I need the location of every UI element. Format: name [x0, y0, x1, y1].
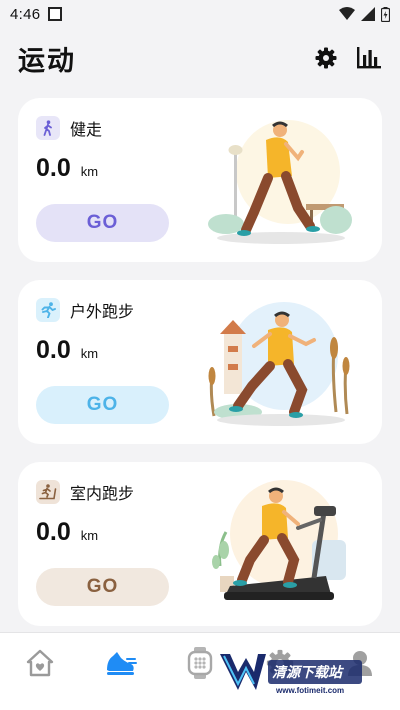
home-icon: [26, 649, 54, 677]
outdoor-run-label: 户外跑步: [70, 302, 135, 321]
statistics-chart-icon[interactable]: [356, 46, 382, 70]
walking-person-icon: [43, 120, 52, 136]
treadmill-man-illustration: [212, 480, 346, 600]
treadmill-icon: [39, 484, 57, 500]
wifi-icon: [339, 7, 355, 20]
walk-distance: 0.0: [36, 154, 71, 182]
settings-gear-icon[interactable]: [314, 46, 338, 70]
notification-icon: [48, 7, 63, 21]
walk-distance-unit: km: [80, 164, 99, 179]
indoor-run-go-button[interactable]: GO: [36, 568, 169, 606]
running-person-icon: [41, 302, 56, 318]
indoor-run-label: 室内跑步: [70, 484, 135, 503]
outdoor-run-distance: 0.0: [36, 336, 71, 364]
indoor-run-distance: 0.0: [36, 518, 71, 546]
walking-man-illustration: [208, 120, 352, 244]
walk-go-button[interactable]: GO: [36, 204, 169, 242]
indoor-run-card[interactable]: 室内跑步 0.0 km GO: [18, 462, 382, 626]
outdoor-run-badge: [36, 298, 60, 322]
page-title: 运动: [18, 45, 76, 77]
running-shoe-icon: [107, 652, 137, 675]
watermark-logo: 清源下载站 www.fotimeit.com: [220, 654, 362, 695]
watch-icon: [187, 647, 213, 679]
walk-badge: [36, 116, 60, 140]
nav-watch[interactable]: [180, 643, 220, 683]
outdoor-run-go-button[interactable]: GO: [36, 386, 169, 424]
walk-label: 健走: [70, 120, 103, 139]
nav-sport[interactable]: [100, 643, 140, 683]
header: 运动: [0, 30, 400, 86]
watermark-text: 清源下载站: [272, 664, 345, 681]
battery-icon: [381, 6, 390, 22]
status-bar: 4:46: [0, 0, 400, 28]
walk-card[interactable]: 健走 0.0 km GO: [18, 98, 382, 262]
nav-home[interactable]: [20, 643, 60, 683]
signal-icon: [361, 7, 375, 21]
running-man-illustration: [208, 302, 350, 426]
outdoor-run-card[interactable]: 户外跑步 0.0 km GO: [18, 280, 382, 444]
indoor-run-distance-unit: km: [80, 528, 99, 543]
outdoor-run-distance-unit: km: [80, 346, 99, 361]
watermark-url: www.fotimeit.com: [275, 686, 344, 695]
indoor-run-badge: [36, 480, 60, 504]
status-time: 4:46: [10, 5, 41, 23]
